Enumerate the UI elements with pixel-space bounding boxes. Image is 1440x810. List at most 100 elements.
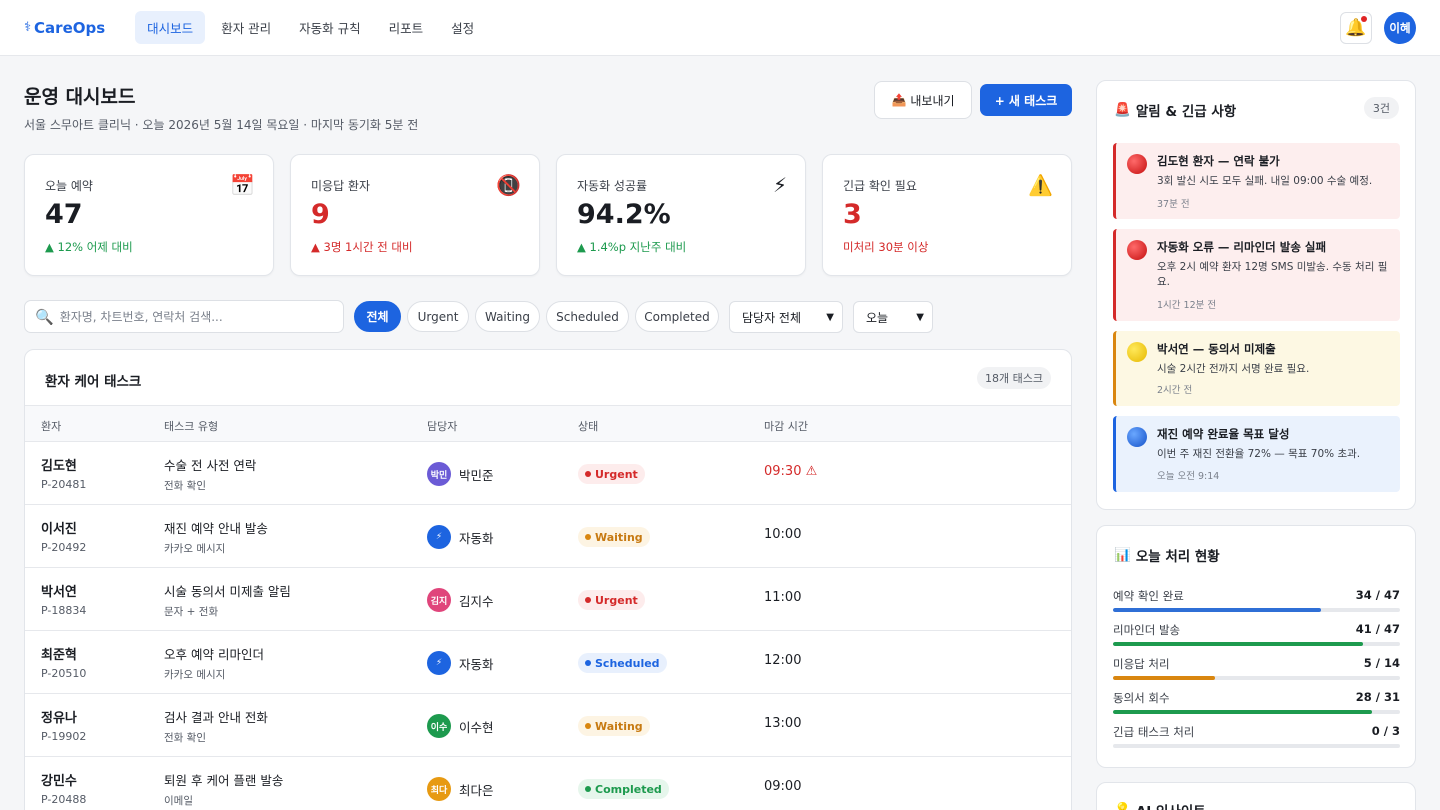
progress-track xyxy=(1113,744,1400,748)
stat-card-unanswered: 미응답 환자 📵 9 ▲ 3명 1시간 전 대비 xyxy=(290,154,540,276)
filter-chip-waiting[interactable]: Waiting xyxy=(475,301,540,332)
ai-insights-title: 💡 AI 인사이트 xyxy=(1114,800,1206,810)
owner-avatar: 이수 xyxy=(427,714,451,738)
export-button[interactable]: 📤 내보내기 xyxy=(874,81,972,119)
due-time: 13:00 xyxy=(764,716,802,731)
filter-chip-urgent[interactable]: Urgent xyxy=(407,301,469,332)
stat-delta: ▲ 3명 1시간 전 대비 xyxy=(311,240,413,254)
task-owner: ⚡ 자동화 xyxy=(427,651,494,675)
nav-tab-dashboard[interactable]: 대시보드 xyxy=(135,11,206,44)
calendar-icon: 📅 xyxy=(230,173,255,197)
table-row[interactable]: 이서진 P-20492 재진 예약 안내 발송 카카오 메시지 ⚡ 자동화 Wa… xyxy=(25,505,1071,568)
patient-id: P-20510 xyxy=(41,667,87,680)
user-avatar[interactable]: 이혜 xyxy=(1384,11,1416,44)
chevron-down-icon: ▼ xyxy=(916,311,924,323)
table-row[interactable]: 박서연 P-18834 시술 동의서 미제출 알림 문자 + 전화 김지 김지수… xyxy=(25,568,1071,631)
task-type: 오후 예약 리마인더 xyxy=(164,647,264,662)
task-owner: ⚡ 자동화 xyxy=(427,525,494,549)
progress-fill xyxy=(1113,710,1373,714)
search-input[interactable] xyxy=(59,309,333,324)
new-task-button[interactable]: + 새 태스크 xyxy=(980,84,1072,116)
col-header-patient[interactable]: 환자 xyxy=(41,418,61,434)
progress-track xyxy=(1113,676,1400,680)
owner-name: 최다은 xyxy=(459,782,494,798)
alert-item[interactable]: 김도현 환자 — 연락 불가 3회 발신 시도 모두 실패. 내일 09:00 … xyxy=(1113,143,1400,219)
owner-avatar: 박민 xyxy=(427,462,451,486)
filter-chip-scheduled[interactable]: Scheduled xyxy=(546,301,629,332)
owner-select-value: 담당자 전체 xyxy=(742,310,802,325)
status-dot xyxy=(585,597,591,603)
status-label: Completed xyxy=(595,782,662,796)
filter-chip-all[interactable]: 전체 xyxy=(354,301,401,332)
progress-fill xyxy=(1113,642,1364,646)
notification-dot xyxy=(1361,15,1367,22)
alert-title: 김도현 환자 — 연락 불가 xyxy=(1157,154,1280,168)
progress-title: 📊 오늘 처리 현황 xyxy=(1114,545,1220,565)
patient-id: P-20488 xyxy=(41,793,87,806)
task-channel: 이메일 xyxy=(164,795,193,807)
task-panel: 환자 케어 태스크 18개 태스크 환자 태스크 유형 담당자 상태 마감 시간… xyxy=(24,349,1072,810)
siren-icon: 🚨 xyxy=(1114,102,1131,118)
col-header-type[interactable]: 태스크 유형 xyxy=(164,418,218,434)
stat-label: 오늘 예약 xyxy=(45,179,93,193)
task-owner: 이수 이수현 xyxy=(427,714,494,738)
alert-title: 자동화 오류 — 리마인더 발송 실패 xyxy=(1157,240,1327,254)
export-label: 내보내기 xyxy=(910,93,955,108)
patient-id: P-19902 xyxy=(41,730,87,743)
task-type: 퇴원 후 케어 플랜 발송 xyxy=(164,773,284,788)
status-label: Waiting xyxy=(595,530,643,544)
col-header-status[interactable]: 상태 xyxy=(578,418,598,434)
status-label: Urgent xyxy=(595,467,638,481)
stat-value: 9 xyxy=(311,199,330,230)
alert-item[interactable]: 재진 예약 완료율 목표 달성 이번 주 재진 전환율 72% — 목표 70%… xyxy=(1113,416,1400,492)
table-row[interactable]: 최준혁 P-20510 오후 예약 리마인더 카카오 메시지 ⚡ 자동화 Sch… xyxy=(25,631,1071,694)
alert-description: 오후 2시 예약 환자 12명 SMS 미발송. 수동 처리 필요. xyxy=(1157,261,1388,288)
owner-avatar: 최다 xyxy=(427,777,451,801)
table-row[interactable]: 강민수 P-20488 퇴원 후 케어 플랜 발송 이메일 최다 최다은 Com… xyxy=(25,757,1071,810)
due-time: 12:00 xyxy=(764,653,802,668)
red-circle-icon xyxy=(1127,240,1147,260)
stat-delta: 미처리 30분 이상 xyxy=(843,240,929,254)
filter-chip-completed[interactable]: Completed xyxy=(635,301,719,332)
lightbulb-icon: 💡 xyxy=(1114,802,1131,810)
alert-item[interactable]: 박서연 — 동의서 미제출 시술 2시간 전까지 서명 완료 필요. 2시간 전 xyxy=(1113,331,1400,406)
progress-label: 동의서 회수 xyxy=(1113,691,1170,705)
task-type: 수술 전 사전 연락 xyxy=(164,458,257,473)
alert-description: 시술 2시간 전까지 서명 완료 필요. xyxy=(1157,363,1310,375)
nav-tab-settings[interactable]: 설정 xyxy=(439,11,486,44)
task-channel: 카카오 메시지 xyxy=(164,669,226,681)
stat-card-automation-rate: 자동화 성공률 ⚡ 94.2% ▲ 1.4%p 지난주 대비 xyxy=(556,154,806,276)
progress-value: 28 / 31 xyxy=(1355,690,1400,704)
alert-title: 재진 예약 완료율 목표 달성 xyxy=(1157,427,1290,441)
nav-tab-reports[interactable]: 리포트 xyxy=(377,11,436,44)
search-icon: 🔍 xyxy=(35,307,54,326)
stat-delta: ▲ 12% 어제 대비 xyxy=(45,240,133,254)
logo[interactable]: ⚕ CareOps xyxy=(24,19,105,37)
patient-name: 김도현 xyxy=(41,459,77,474)
due-time: 10:00 xyxy=(764,527,802,542)
patient-id: P-18834 xyxy=(41,604,87,617)
patient-id: P-20481 xyxy=(41,478,87,491)
search-box: 🔍 xyxy=(24,300,344,333)
table-row[interactable]: 정유나 P-19902 검사 결과 안내 전화 전화 확인 이수 이수현 Wai… xyxy=(25,694,1071,757)
col-header-owner[interactable]: 담당자 xyxy=(427,418,457,434)
nav-tab-patients[interactable]: 환자 관리 xyxy=(209,11,283,44)
col-header-due[interactable]: 마감 시간 xyxy=(764,418,808,434)
nav-tab-automation[interactable]: 자동화 규칙 xyxy=(287,11,372,44)
table-row[interactable]: 김도현 P-20481 수술 전 사전 연락 전화 확인 박민 박민준 Urge… xyxy=(25,442,1071,505)
notifications-button[interactable]: 🔔 xyxy=(1340,11,1372,44)
alert-time: 오늘 오전 9:14 xyxy=(1157,471,1220,482)
date-select[interactable]: 오늘 ▼ xyxy=(853,301,933,333)
progress-panel: 📊 오늘 처리 현황 예약 확인 완료 34 / 47 리마인더 발송 41 /… xyxy=(1096,525,1416,768)
progress-value: 34 / 47 xyxy=(1355,588,1400,602)
alerts-count-badge: 3건 xyxy=(1363,97,1399,119)
alert-title: 박서연 — 동의서 미제출 xyxy=(1157,342,1276,356)
stat-label: 자동화 성공률 xyxy=(577,179,648,193)
owner-name: 자동화 xyxy=(459,530,494,546)
alert-item[interactable]: 자동화 오류 — 리마인더 발송 실패 오후 2시 예약 환자 12명 SMS … xyxy=(1113,229,1400,321)
ai-insights-title-text: AI 인사이트 xyxy=(1136,800,1206,810)
owner-select[interactable]: 담당자 전체 ▼ xyxy=(729,301,843,333)
status-dot xyxy=(585,534,591,540)
owner-name: 김지수 xyxy=(459,593,494,609)
progress-label: 예약 확인 완료 xyxy=(1113,589,1184,603)
